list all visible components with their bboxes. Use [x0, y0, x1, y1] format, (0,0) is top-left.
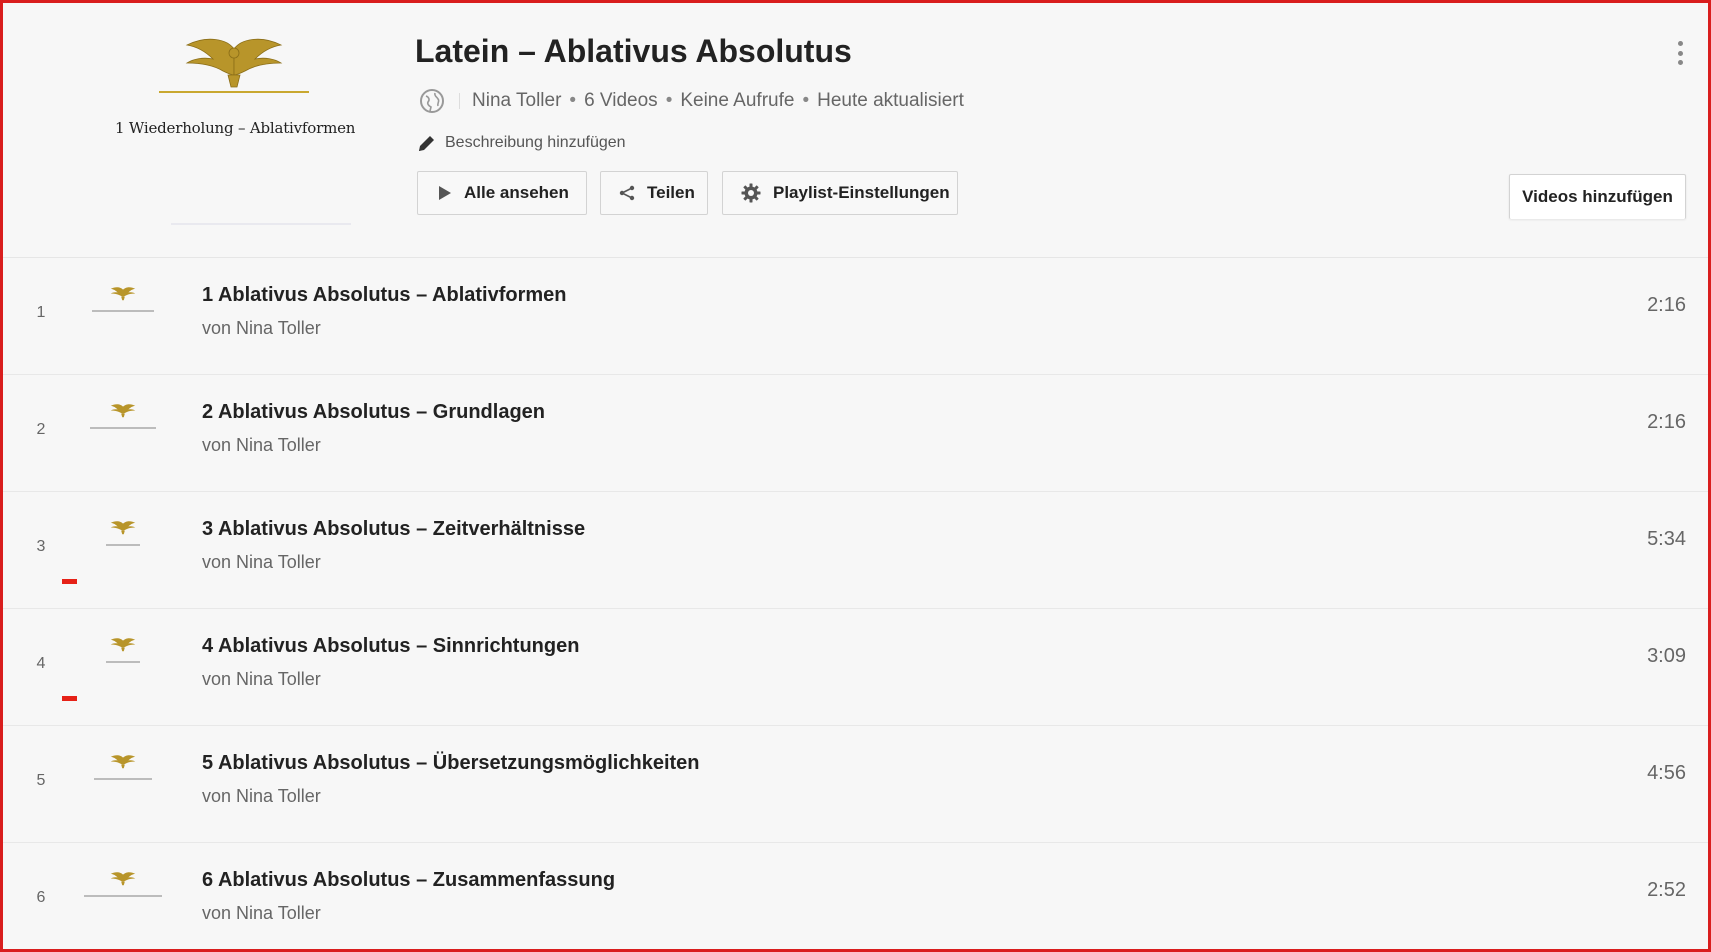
video-thumbnail[interactable]: [83, 512, 163, 578]
add-description-link[interactable]: Beschreibung hinzufügen: [417, 133, 626, 153]
eagle-logo-icon: [159, 38, 309, 93]
meta-divider: [459, 93, 460, 109]
video-duration: 5:34: [1647, 528, 1686, 550]
eagle-logo-icon: [110, 872, 136, 886]
playlist-title: Latein – Ablativus Absolutus: [415, 33, 852, 69]
thumbnail-footer-line: [171, 223, 351, 225]
play-icon: [439, 186, 451, 200]
video-list: 1 1 Ablativus Absolutus – Ablativformen …: [3, 258, 1708, 949]
playlist-thumbnail[interactable]: 1 Wiederholung – Ablativformen: [115, 27, 356, 231]
thumbnail-caption-line: [83, 661, 163, 663]
video-title[interactable]: 2 Ablativus Absolutus – Grundlagen: [202, 401, 545, 424]
video-index: 3: [36, 538, 46, 555]
more-vertical-icon[interactable]: [1676, 41, 1684, 65]
eagle-logo-icon: [110, 521, 136, 535]
video-title[interactable]: 5 Ablativus Absolutus – Übersetzungsmögl…: [202, 752, 700, 775]
thumbnail-caption-line: [83, 895, 163, 897]
video-title[interactable]: 3 Ablativus Absolutus – Zeitverhältnisse: [202, 518, 585, 541]
video-thumbnail[interactable]: [83, 395, 163, 461]
thumbnail-caption-line: [83, 778, 163, 780]
thumbnail-caption: 1 Wiederholung – Ablativformen: [115, 119, 356, 137]
thumbnail-caption-line: [83, 544, 163, 546]
video-index: 6: [36, 889, 46, 906]
video-index: 2: [36, 421, 46, 438]
video-duration: 4:56: [1647, 762, 1686, 784]
list-item[interactable]: 6 6 Ablativus Absolutus – Zusammenfassun…: [3, 843, 1708, 949]
watch-progress-bar: [62, 579, 77, 584]
view-count: Keine Aufrufe: [680, 90, 795, 111]
eagle-logo-icon: [110, 287, 136, 301]
video-owner[interactable]: von Nina Toller: [202, 786, 321, 807]
video-title[interactable]: 6 Ablativus Absolutus – Zusammenfassung: [202, 869, 615, 892]
globe-icon[interactable]: [419, 88, 445, 114]
window-frame: 1 Wiederholung – Ablativformen Latein – …: [0, 0, 1711, 952]
list-item[interactable]: 4 4 Ablativus Absolutus – Sinnrichtungen…: [3, 609, 1708, 726]
eagle-logo-icon: [110, 638, 136, 652]
video-thumbnail[interactable]: [83, 863, 163, 929]
video-index: 5: [36, 772, 46, 789]
list-item[interactable]: 2 2 Ablativus Absolutus – Grundlagen von…: [3, 375, 1708, 492]
video-duration: 2:16: [1647, 411, 1686, 433]
eagle-logo-icon: [110, 404, 136, 418]
video-owner[interactable]: von Nina Toller: [202, 435, 321, 456]
video-owner[interactable]: von Nina Toller: [202, 318, 321, 339]
pencil-icon: [419, 136, 434, 151]
video-thumbnail[interactable]: [83, 746, 163, 812]
share-icon: [619, 185, 635, 201]
play-all-label: Alle ansehen: [464, 183, 569, 202]
video-owner[interactable]: von Nina Toller: [202, 552, 321, 573]
list-item[interactable]: 5 5 Ablativus Absolutus – Übersetzungsmö…: [3, 726, 1708, 843]
playlist-header: 1 Wiederholung – Ablativformen Latein – …: [3, 3, 1708, 258]
playlist-settings-label: Playlist-Einstellungen: [773, 183, 950, 202]
video-duration: 2:16: [1647, 294, 1686, 316]
list-item[interactable]: 3 3 Ablativus Absolutus – Zeitverhältnis…: [3, 492, 1708, 609]
updated-label: Heute aktualisiert: [817, 90, 964, 111]
video-title[interactable]: 4 Ablativus Absolutus – Sinnrichtungen: [202, 635, 579, 658]
video-title[interactable]: 1 Ablativus Absolutus – Ablativformen: [202, 284, 567, 307]
eagle-logo-icon: [110, 755, 136, 769]
video-count: 6 Videos: [584, 90, 658, 111]
meta-dot: •: [665, 90, 673, 111]
video-duration: 2:52: [1647, 879, 1686, 901]
meta-dot: •: [802, 90, 810, 111]
add-videos-button[interactable]: Videos hinzufügen: [1509, 174, 1686, 219]
list-item[interactable]: 1 1 Ablativus Absolutus – Ablativformen …: [3, 258, 1708, 375]
meta-dot: •: [569, 90, 577, 111]
add-description-label: Beschreibung hinzufügen: [445, 134, 626, 151]
thumbnail-caption-line: [83, 427, 163, 429]
video-index: 1: [36, 304, 46, 321]
video-index: 4: [36, 655, 46, 672]
gear-icon: [741, 183, 761, 203]
video-duration: 3:09: [1647, 645, 1686, 667]
share-button[interactable]: Teilen: [600, 171, 708, 215]
video-thumbnail[interactable]: [83, 629, 163, 695]
play-all-button[interactable]: Alle ansehen: [417, 171, 587, 215]
watch-progress-bar: [62, 696, 77, 701]
playlist-settings-button[interactable]: Playlist-Einstellungen: [722, 171, 958, 215]
video-owner[interactable]: von Nina Toller: [202, 903, 321, 924]
share-label: Teilen: [647, 183, 695, 202]
thumbnail-caption-line: [83, 310, 163, 312]
video-owner[interactable]: von Nina Toller: [202, 669, 321, 690]
owner-name[interactable]: Nina Toller: [472, 90, 561, 112]
video-thumbnail[interactable]: [83, 278, 163, 344]
playlist-meta: Nina Toller • 6 Videos • Keine Aufrufe •…: [419, 87, 964, 115]
